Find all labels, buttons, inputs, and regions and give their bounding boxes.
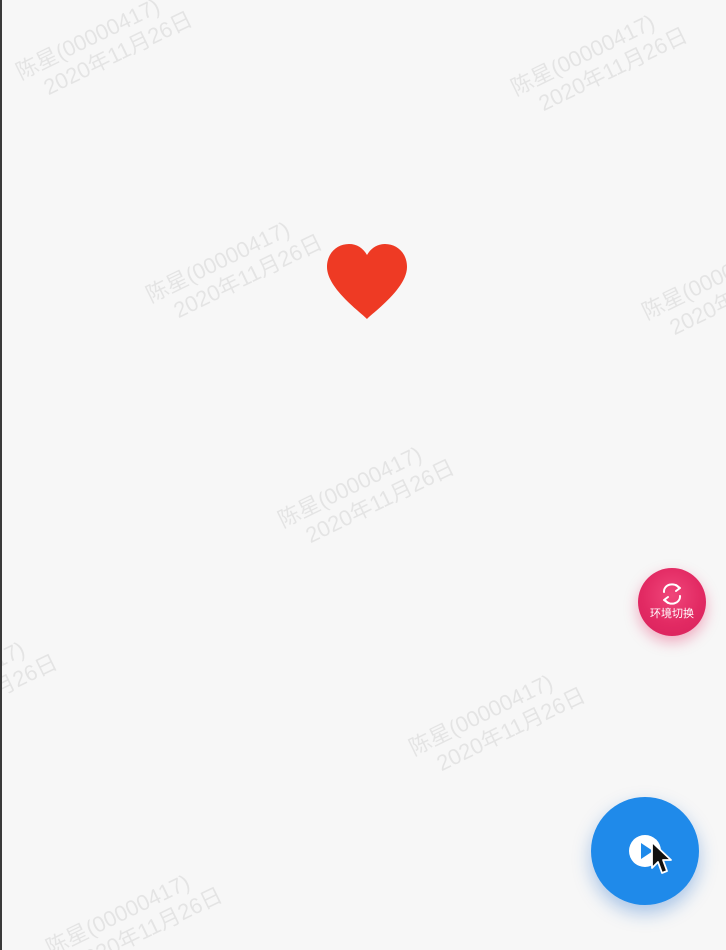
- watermark-name: 陈星(00000417): [638, 233, 726, 325]
- watermark-name: 陈星(00000417): [42, 869, 194, 950]
- heart-icon: [325, 243, 409, 321]
- play-circle-icon: [629, 835, 661, 867]
- watermark: 陈星(00000417) 2020年11月26日: [274, 431, 459, 557]
- watermark-date: 2020年11月26日: [301, 454, 459, 548]
- watermark: 陈星(00000417) 2020年11月26日: [405, 659, 590, 785]
- watermark-name: 陈星(00000417): [405, 669, 557, 761]
- watermark-date: 2020年11月26日: [534, 22, 692, 116]
- watermark: 陈星(00000417) 2020年11月26日: [638, 223, 726, 349]
- watermark: 陈星(00000417) 2020年11月26日: [42, 859, 227, 950]
- env-switch-label: 环境切换: [650, 606, 694, 620]
- play-button[interactable]: [591, 797, 699, 905]
- watermark-date: 2020年11月26日: [432, 682, 590, 776]
- watermark: 陈星(00000417) 2020年11月26日: [12, 0, 197, 109]
- watermark-date: 2020年11月26日: [169, 229, 327, 323]
- refresh-cycle-icon: [662, 582, 682, 605]
- watermark: 陈星(00000417) 2020年11月26日: [507, 0, 692, 125]
- app-screen: 陈星(00000417) 2020年11月26日 陈星(00000417) 20…: [0, 0, 726, 950]
- watermark-name: 陈星(00000417): [0, 636, 29, 728]
- env-switch-button[interactable]: 环境切换: [638, 568, 706, 636]
- watermark-name: 陈星(00000417): [274, 441, 426, 533]
- watermark-date: 2020年11月26日: [69, 882, 227, 950]
- watermark-date: 2020年11月26日: [39, 6, 197, 100]
- watermark-date: 2020年11月26日: [0, 649, 62, 743]
- watermark: 陈星(00000417) 2020年11月26日: [0, 626, 62, 752]
- watermark-name: 陈星(00000417): [507, 9, 659, 101]
- watermark-date: 2020年11月26日: [665, 246, 726, 340]
- watermark-name: 陈星(00000417): [142, 216, 294, 308]
- watermark: 陈星(00000417) 2020年11月26日: [142, 206, 327, 332]
- watermark-name: 陈星(00000417): [12, 0, 164, 85]
